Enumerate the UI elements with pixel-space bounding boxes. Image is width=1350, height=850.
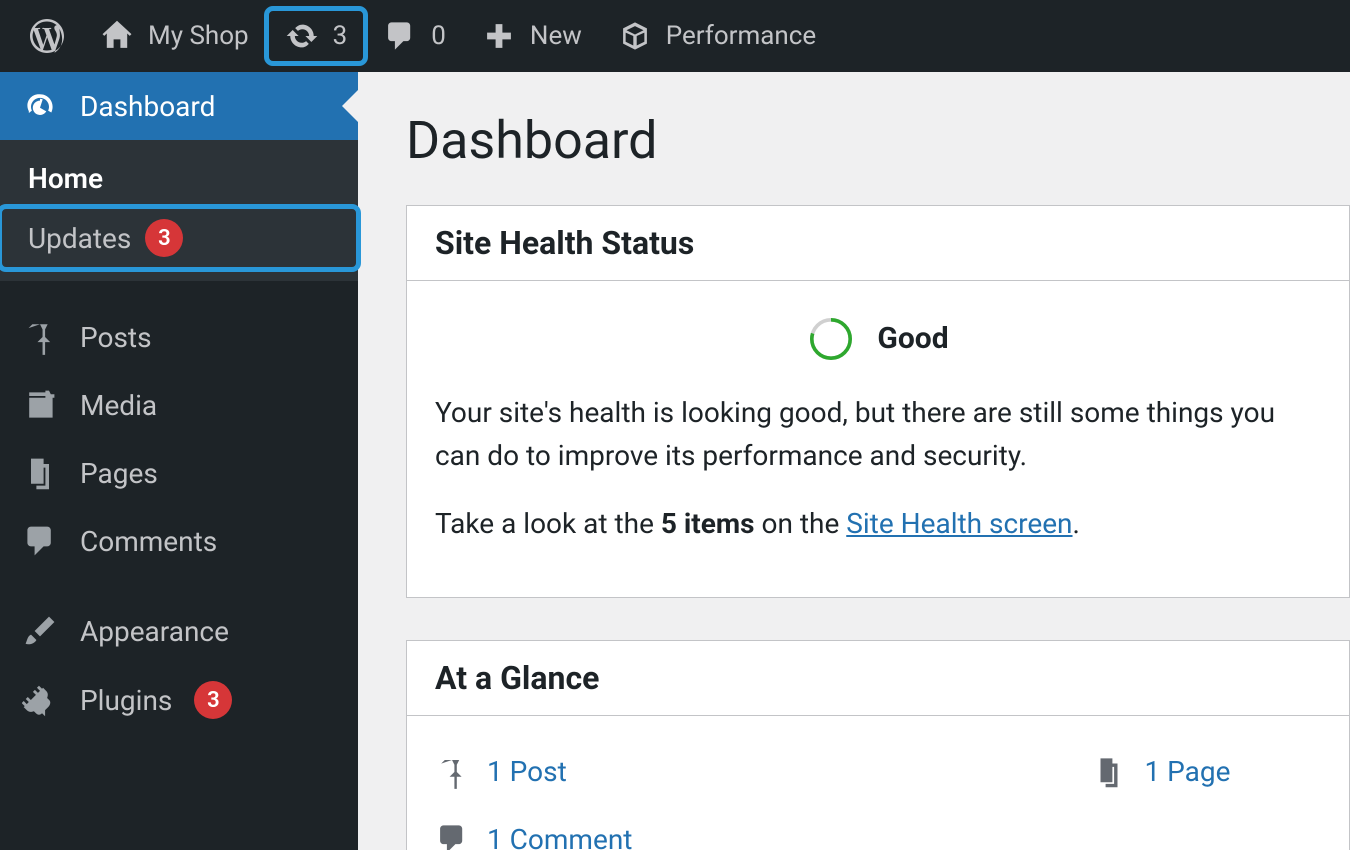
- pages-icon: [22, 455, 58, 491]
- menu-comments[interactable]: Comments: [0, 507, 358, 575]
- toolbar-site-link[interactable]: My Shop: [82, 9, 267, 63]
- glance-comments[interactable]: 1 Comment: [435, 818, 632, 850]
- toolbar-performance-label: Performance: [666, 21, 816, 51]
- submenu-label: Home: [28, 162, 103, 195]
- cube-icon: [618, 19, 652, 53]
- panel-heading: Site Health Status: [407, 206, 1349, 281]
- pin-icon: [435, 755, 469, 789]
- glance-label: 1 Page: [1144, 750, 1230, 793]
- menu-plugins[interactable]: Plugins 3: [0, 665, 358, 735]
- glance-label: 1 Post: [487, 750, 567, 793]
- at-a-glance-panel: At a Glance 1 Post: [406, 640, 1350, 850]
- submenu-updates[interactable]: Updates 3: [0, 207, 358, 269]
- toolbar-updates-count: 3: [333, 21, 348, 51]
- page-title: Dashboard: [406, 110, 1350, 171]
- toolbar-new[interactable]: New: [464, 9, 600, 63]
- submenu-label: Updates: [28, 222, 131, 255]
- health-status-text: Good: [877, 316, 948, 363]
- updates-badge: 3: [145, 219, 183, 257]
- toolbar-site-name: My Shop: [148, 21, 249, 51]
- glance-posts[interactable]: 1 Post: [435, 750, 632, 793]
- admin-toolbar: My Shop 3 0 New Performance: [0, 0, 1350, 72]
- menu-appearance[interactable]: Appearance: [0, 597, 358, 665]
- comment-icon: [435, 822, 469, 850]
- update-icon: [285, 19, 319, 53]
- plugins-badge: 3: [194, 681, 232, 719]
- toolbar-performance[interactable]: Performance: [600, 9, 834, 63]
- toolbar-comments-count: 0: [431, 21, 446, 51]
- home-icon: [100, 19, 134, 53]
- admin-sidebar: Dashboard Home Updates 3 Posts Media: [0, 72, 358, 850]
- site-health-link[interactable]: Site Health screen: [846, 507, 1072, 540]
- menu-pages[interactable]: Pages: [0, 439, 358, 507]
- dashboard-icon: [22, 88, 58, 124]
- menu-label: Appearance: [80, 615, 229, 648]
- panel-heading: At a Glance: [407, 641, 1349, 716]
- menu-posts[interactable]: Posts: [0, 303, 358, 371]
- menu-media[interactable]: Media: [0, 371, 358, 439]
- wordpress-icon: [30, 19, 64, 53]
- menu-label: Pages: [80, 457, 158, 490]
- menu-label: Dashboard: [80, 90, 215, 123]
- comment-icon: [22, 523, 58, 559]
- brush-icon: [22, 613, 58, 649]
- plus-icon: [482, 19, 516, 53]
- main-content: Dashboard Site Health Status Good Your s…: [358, 72, 1350, 850]
- comments-icon: [383, 19, 417, 53]
- menu-label: Comments: [80, 525, 217, 558]
- health-description: Your site's health is looking good, but …: [435, 391, 1321, 478]
- plug-icon: [22, 682, 58, 718]
- health-progress-icon: [807, 315, 855, 363]
- pin-icon: [22, 319, 58, 355]
- media-icon: [22, 387, 58, 423]
- glance-label: 1 Comment: [487, 818, 632, 850]
- site-health-panel: Site Health Status Good Your site's heal…: [406, 205, 1350, 598]
- glance-pages[interactable]: 1 Page: [1092, 750, 1230, 793]
- wordpress-logo[interactable]: [12, 9, 82, 63]
- submenu-dashboard: Home Updates 3: [0, 140, 358, 281]
- toolbar-comments[interactable]: 0: [365, 9, 464, 63]
- pages-icon: [1092, 755, 1126, 789]
- menu-label: Posts: [80, 321, 152, 354]
- submenu-home[interactable]: Home: [0, 150, 358, 207]
- health-link-line: Take a look at the 5 items on the Site H…: [435, 502, 1321, 545]
- toolbar-updates[interactable]: 3: [267, 9, 366, 63]
- menu-label: Media: [80, 389, 157, 422]
- menu-label: Plugins: [80, 684, 172, 717]
- menu-dashboard[interactable]: Dashboard: [0, 72, 358, 140]
- toolbar-new-label: New: [530, 21, 582, 51]
